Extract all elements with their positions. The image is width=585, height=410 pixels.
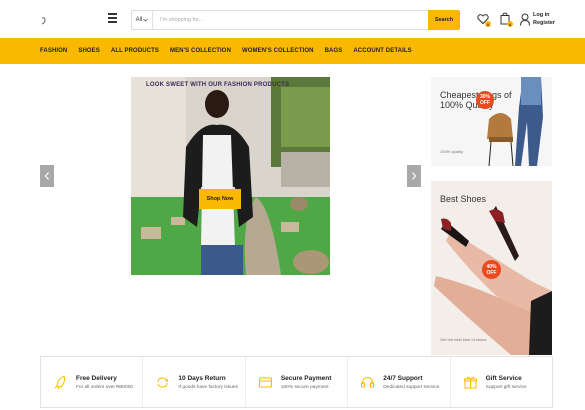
chevron-down-icon <box>143 18 149 22</box>
cart-count-badge: 0 <box>507 21 513 27</box>
shoes-banner-discount-badge: 40% OFF <box>482 260 501 279</box>
nav-item-mens-collection[interactable]: MEN'S COLLECTION <box>170 48 231 54</box>
slider-next-button[interactable] <box>407 165 421 187</box>
credit-card-icon <box>258 377 272 387</box>
main-nav: FASHION SHOES ALL PRODUCTS MEN'S COLLECT… <box>0 38 585 64</box>
feature-title: Gift Service <box>485 374 522 382</box>
refresh-icon <box>157 376 169 388</box>
bags-banner[interactable]: Cheapest Bags of 100% Quality 30% OFF 100… <box>431 77 552 166</box>
nav-item-fashion[interactable]: FASHION <box>40 48 67 54</box>
feature-days-return: 10 Days Return If goods have factory issu… <box>143 357 246 407</box>
nav-item-account-details[interactable]: ACCOUNT DETAILS <box>353 48 411 54</box>
feature-gift-service: Gift Service Support gift service <box>451 357 552 407</box>
feature-secure-payment: Secure Payment 100% secure payment <box>246 357 349 407</box>
user-icon <box>520 13 530 26</box>
shoes-banner-title: Best Shoes <box>440 194 487 204</box>
search-category-label: All <box>135 17 143 23</box>
site-header: All Search 0 0 Log in Register <box>0 0 585 38</box>
feature-title: 10 Days Return <box>178 374 226 382</box>
hero-slider: LOOK SWEET WITH OUR FASHION PRODUCTS Sho… <box>131 77 330 275</box>
headset-icon <box>361 376 375 387</box>
register-link[interactable]: Register <box>533 19 555 27</box>
feature-free-delivery: Free Delivery For all orders over ₦30000 <box>41 357 144 407</box>
slider-title: LOOK SWEET WITH OUR FASHION PRODUCTS <box>146 82 290 88</box>
feature-title: Secure Payment <box>280 374 332 382</box>
login-link[interactable]: Log in <box>533 11 555 19</box>
features-strip: Free Delivery For all orders over ₦30000 … <box>40 356 553 408</box>
feature-subtitle: Support gift service <box>485 384 527 390</box>
bags-banner-subtitle: 100% quality <box>440 149 463 154</box>
feature-support: 24/7 Support Dedicated support Service <box>348 357 451 407</box>
feature-title: 24/7 Support <box>383 374 423 382</box>
search-category-select[interactable]: All <box>132 11 153 29</box>
account-menu[interactable]: Log in Register <box>520 11 555 27</box>
shoes-banner[interactable]: Best Shoes 40% OFF Get the best kind of s… <box>431 181 552 355</box>
gift-icon <box>463 376 477 388</box>
chevron-right-icon <box>412 172 417 180</box>
bags-banner-discount-badge: 30% OFF <box>476 91 494 109</box>
search-bar: All Search <box>131 10 460 30</box>
cart-button[interactable]: 0 <box>499 12 513 27</box>
slider-prev-button[interactable] <box>40 165 54 187</box>
search-button[interactable]: Search <box>428 10 460 30</box>
feature-subtitle: Dedicated support Service <box>383 384 440 390</box>
feature-title: Free Delivery <box>76 374 117 382</box>
chevron-left-icon <box>44 172 49 180</box>
hero-image <box>131 77 330 275</box>
site-logo[interactable] <box>40 13 48 25</box>
nav-item-all-products[interactable]: ALL PRODUCTS <box>111 48 159 54</box>
wishlist-count-badge: 0 <box>485 21 491 27</box>
search-input[interactable] <box>153 11 429 29</box>
shoes-banner-subtitle: Get the best kind of shoes <box>440 337 487 342</box>
feature-subtitle: If goods have factory issues <box>178 384 238 390</box>
nav-item-womens-collection[interactable]: WOMEN'S COLLECTION <box>242 48 314 54</box>
bags-banner-discount-off: OFF <box>479 100 490 106</box>
rocket-icon <box>54 374 66 389</box>
feature-subtitle: For all orders over ₦30000 <box>76 384 134 390</box>
menu-icon[interactable] <box>108 13 118 23</box>
nav-item-shoes[interactable]: SHOES <box>78 48 100 54</box>
shop-now-button[interactable]: Shop Now <box>199 189 241 209</box>
wishlist-button[interactable]: 0 <box>477 12 491 27</box>
feature-subtitle: 100% secure payment <box>280 384 329 390</box>
nav-item-bags[interactable]: BAGS <box>325 48 343 54</box>
shoes-banner-discount-off: OFF <box>486 269 497 276</box>
